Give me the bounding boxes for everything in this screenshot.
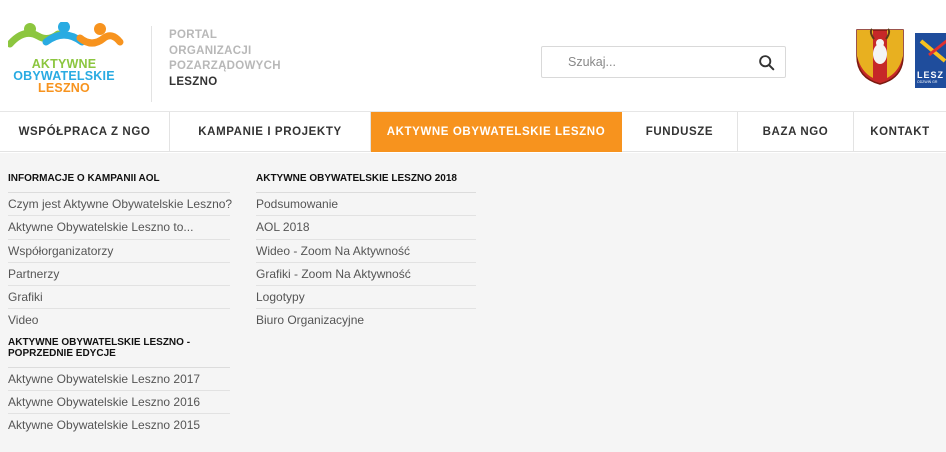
menu-item[interactable]: Biuro Organizacyjne: [256, 309, 476, 332]
menu-column-2018: AKTYWNE OBYWATELSKIE LESZNO 2018 Podsumo…: [256, 173, 476, 333]
menu-item[interactable]: Aktywne Obywatelskie Leszno 2015: [8, 414, 230, 437]
menu-item[interactable]: AOL 2018: [256, 216, 476, 240]
nav-item-aktywne-obywatelskie[interactable]: AKTYWNE OBYWATELSKIE LESZNO: [371, 112, 622, 152]
portal-line-4: LESZNO: [169, 75, 218, 88]
search-box: [541, 46, 786, 78]
menu-heading-previous-editions: AKTYWNE OBYWATELSKIE LESZNO - POPRZEDNIE…: [8, 337, 230, 368]
nav-item-baza-ngo[interactable]: BAZA NGO: [738, 112, 854, 152]
partner-logo[interactable]: LESZ ODZWIŃ GR: [915, 33, 946, 88]
menu-item[interactable]: Wideo - Zoom Na Aktywność: [256, 240, 476, 263]
portal-line-1: PORTAL: [169, 29, 218, 41]
menu-heading-line: POPRZEDNIE EDYCJE: [8, 347, 116, 359]
portal-title[interactable]: PORTAL ORGANIZACJI POZARZĄDOWYCH LESZNO: [169, 28, 281, 90]
portal-line-2: ORGANIZACJI: [169, 44, 252, 57]
search-icon[interactable]: [758, 54, 775, 71]
menu-item[interactable]: Aktywne Obywatelskie Leszno to...: [8, 216, 230, 240]
partner-logo-text: LESZ: [917, 70, 945, 80]
menu-column-info: INFORMACJE O KAMPANII AOL Czym jest Akty…: [8, 173, 232, 438]
menu-item[interactable]: Czym jest Aktywne Obywatelskie Leszno?: [8, 193, 232, 217]
menu-item[interactable]: Partnerzy: [8, 263, 230, 287]
menu-item[interactable]: Aktywne Obywatelskie Leszno 2017: [8, 368, 230, 392]
city-crest-icon[interactable]: [855, 26, 905, 86]
menu-item[interactable]: Logotypy: [256, 286, 476, 310]
nav-item-kampanie[interactable]: KAMPANIE I PROJEKTY: [170, 112, 371, 152]
nav-item-wspolpraca[interactable]: WSPÓŁPRACA Z NGO: [0, 112, 170, 152]
site-header: AKTYWNE OBYWATELSKIE LESZNO PORTAL ORGAN…: [0, 0, 946, 112]
logo-divider: [151, 26, 152, 102]
portal-line-3: POZARZĄDOWYCH: [169, 60, 281, 72]
partner-logo-subtext: ODZWIŃ GR: [917, 80, 938, 84]
menu-item[interactable]: Aktywne Obywatelskie Leszno 2016: [8, 391, 230, 415]
logo-line-3: LESZNO: [38, 81, 90, 95]
menu-heading-2018: AKTYWNE OBYWATELSKIE LESZNO 2018: [256, 173, 476, 193]
logo-figures-icon: [8, 22, 124, 48]
menu-item[interactable]: Grafiki: [8, 286, 230, 310]
search-input[interactable]: [542, 47, 747, 77]
nav-item-fundusze[interactable]: FUNDUSZE: [622, 112, 738, 152]
menu-item[interactable]: Grafiki - Zoom Na Aktywność: [256, 263, 476, 287]
menu-item[interactable]: Podsumowanie: [256, 193, 476, 217]
menu-item[interactable]: Współorganizatorzy: [8, 240, 230, 263]
nav-item-kontakt[interactable]: KONTAKT: [854, 112, 946, 152]
menu-item[interactable]: Video: [8, 309, 230, 332]
menu-heading-line: AKTYWNE OBYWATELSKIE LESZNO -: [8, 336, 191, 348]
partner-logo-icon: [919, 39, 946, 63]
menu-heading-info: INFORMACJE O KAMPANII AOL: [8, 173, 230, 193]
logo-text: AKTYWNE OBYWATELSKIE LESZNO: [8, 58, 120, 95]
site-logo[interactable]: AKTYWNE OBYWATELSKIE LESZNO: [8, 22, 148, 108]
mega-menu-dropdown: INFORMACJE O KAMPANII AOL Czym jest Akty…: [0, 153, 946, 452]
main-nav: WSPÓŁPRACA Z NGO KAMPANIE I PROJEKTY AKT…: [0, 112, 946, 152]
